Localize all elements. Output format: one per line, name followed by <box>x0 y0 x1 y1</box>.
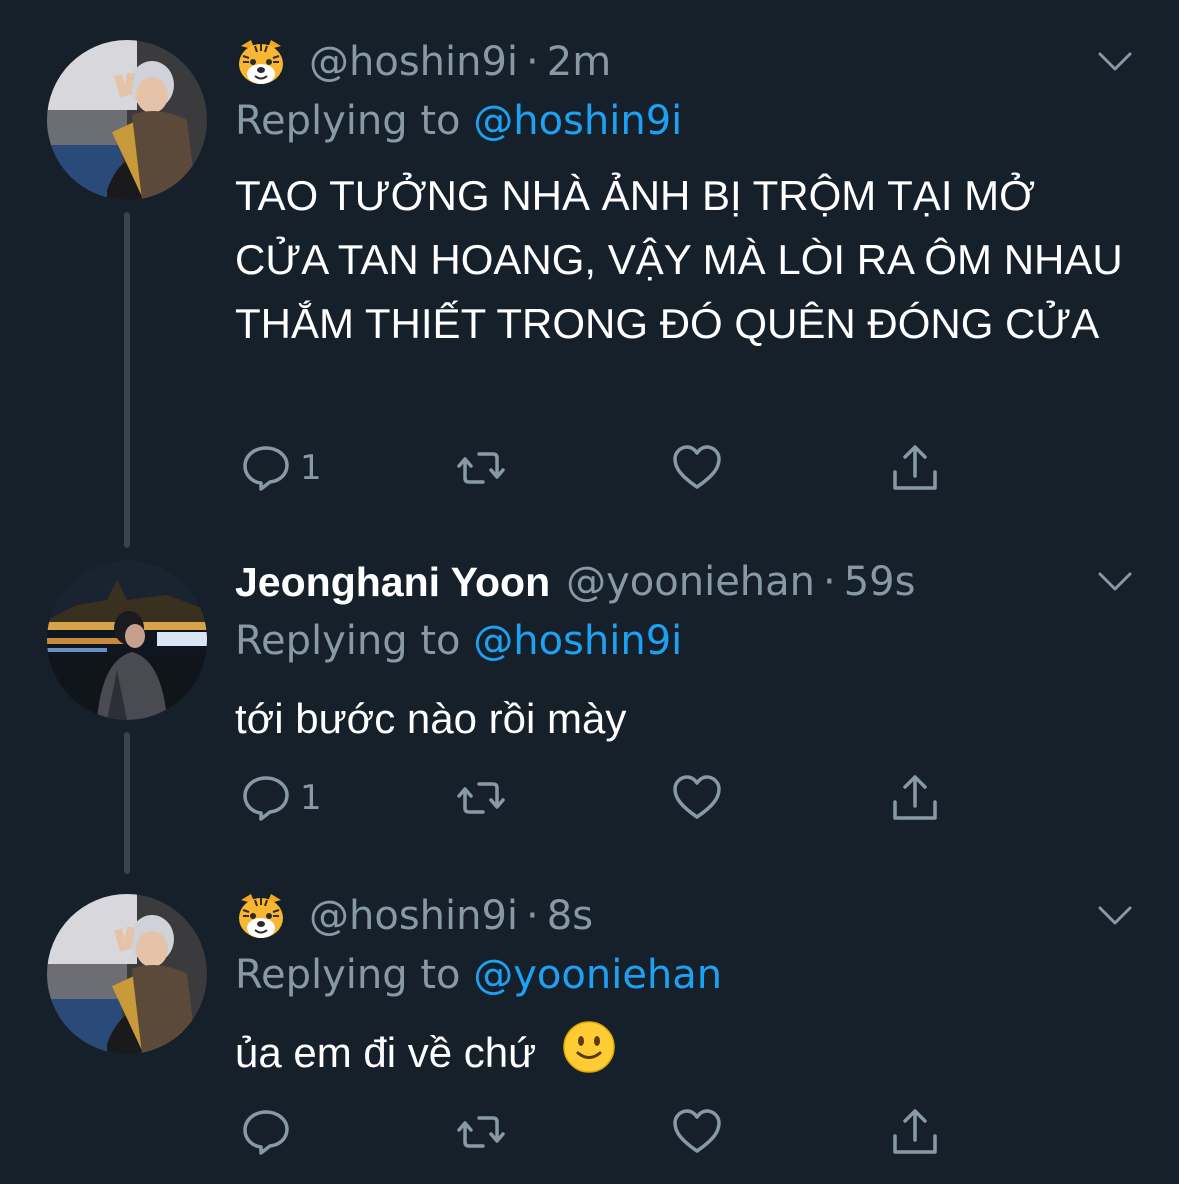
tweet-text: TAO TƯỞNG NHÀ ẢNH BỊ TRỘM TẠI MỞ CỬA TAN… <box>235 172 1123 347</box>
heart-icon <box>673 1109 721 1153</box>
retweet-button[interactable] <box>455 1102 507 1162</box>
tweet-thread: @hoshin9i · 2m Replying to @hoshin9i TAO… <box>0 0 1179 1184</box>
tweet-text-content: ủa em đi về chứ <box>235 1029 537 1077</box>
slightly-smiling-face-emoji-icon <box>562 1020 616 1092</box>
replying-to: Replying to @hoshin9i <box>235 618 682 664</box>
replying-prefix: Replying to <box>235 98 461 144</box>
retweet-icon <box>457 782 505 814</box>
share-button[interactable] <box>889 768 941 828</box>
tweet-header: @hoshin9i · 8s <box>235 886 593 946</box>
tweet-header: Jeonghani Yoon @yooniehan · 59s <box>235 552 915 612</box>
thread-connector <box>124 212 130 548</box>
replying-prefix: Replying to <box>235 952 461 998</box>
reply-button[interactable]: 1 <box>240 768 322 828</box>
retweet-icon <box>457 452 505 484</box>
share-icon <box>893 775 937 820</box>
tiger-face-emoji-icon <box>235 36 287 88</box>
like-button[interactable] <box>671 438 723 498</box>
reply-button[interactable]: 1 <box>240 438 322 498</box>
tweet[interactable]: Jeonghani Yoon @yooniehan · 59s Replying… <box>0 559 1179 880</box>
share-button[interactable] <box>889 1102 941 1162</box>
chevron-down-icon[interactable] <box>1097 50 1133 74</box>
timestamp[interactable]: 8s <box>547 893 593 939</box>
avatar[interactable] <box>47 560 207 720</box>
avatar[interactable] <box>47 894 207 1054</box>
replying-prefix: Replying to <box>235 618 461 664</box>
reply-icon <box>243 776 289 821</box>
heart-icon <box>673 775 721 819</box>
separator-dot: · <box>823 559 836 605</box>
separator-dot: · <box>526 893 539 939</box>
retweet-button[interactable] <box>455 438 507 498</box>
share-icon <box>893 1109 937 1154</box>
separator-dot: · <box>526 39 539 85</box>
reply-count: 1 <box>300 448 322 488</box>
user-handle[interactable]: @hoshin9i <box>309 39 518 85</box>
display-name[interactable]: Jeonghani Yoon <box>235 559 550 606</box>
reply-count: 1 <box>300 778 322 818</box>
chevron-down-icon[interactable] <box>1097 570 1133 594</box>
tweet-text: tới bước nào rồi mày <box>235 695 627 742</box>
reply-button[interactable] <box>240 1102 300 1162</box>
like-button[interactable] <box>671 768 723 828</box>
share-icon <box>893 445 937 490</box>
user-handle[interactable]: @yooniehan <box>566 559 815 605</box>
tweet-header: @hoshin9i · 2m <box>235 32 611 92</box>
like-button[interactable] <box>671 1102 723 1162</box>
tweet-actions: 1 <box>235 438 955 498</box>
tweet-actions: 1 <box>235 768 955 828</box>
reply-icon <box>243 446 289 491</box>
chevron-down-icon[interactable] <box>1097 904 1133 928</box>
replying-to: Replying to @yooniehan <box>235 952 722 998</box>
tweet[interactable]: @hoshin9i · 2m Replying to @hoshin9i TAO… <box>0 0 1179 560</box>
tweet-text: ủa em đi về chứ <box>235 1020 1135 1092</box>
mention-link[interactable]: @hoshin9i <box>473 618 682 664</box>
timestamp[interactable]: 2m <box>547 39 611 85</box>
tiger-face-emoji-icon <box>235 890 287 942</box>
timestamp[interactable]: 59s <box>844 559 916 605</box>
reply-icon <box>243 1110 289 1155</box>
tweet[interactable]: @hoshin9i · 8s Replying to @yooniehan ủa… <box>0 880 1179 1184</box>
heart-icon <box>673 445 721 489</box>
replying-to: Replying to @hoshin9i <box>235 98 682 144</box>
thread-connector <box>124 732 130 874</box>
mention-link[interactable]: @yooniehan <box>473 952 722 998</box>
mention-link[interactable]: @hoshin9i <box>473 98 682 144</box>
share-button[interactable] <box>889 438 941 498</box>
retweet-button[interactable] <box>455 768 507 828</box>
user-handle[interactable]: @hoshin9i <box>309 893 518 939</box>
retweet-icon <box>457 1116 505 1148</box>
avatar[interactable] <box>47 40 207 200</box>
tweet-actions <box>235 1102 955 1162</box>
